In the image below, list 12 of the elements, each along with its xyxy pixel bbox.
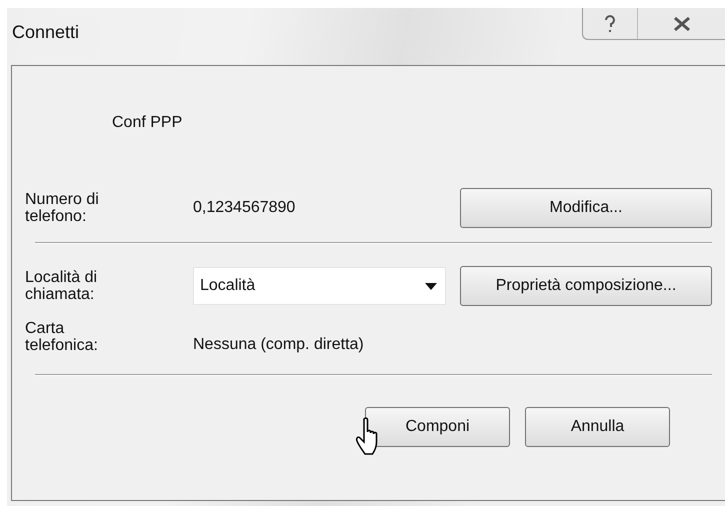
connection-name: Conf PPP <box>112 114 182 132</box>
cancel-button[interactable]: Annulla <box>525 407 670 447</box>
dial-button[interactable]: Componi <box>365 407 510 447</box>
dialing-properties-button[interactable]: Proprietà composizione... <box>460 266 712 306</box>
calling-card-value: Nessuna (comp. diretta) <box>193 336 365 354</box>
location-dropdown[interactable]: Località <box>193 267 446 305</box>
window-title: Connetti <box>12 22 80 43</box>
modify-button[interactable]: Modifica... <box>460 188 712 228</box>
location-label: Località di chiamata: <box>25 269 98 303</box>
phone-label: Numero di telefono: <box>25 191 100 225</box>
phone-number: 0,1234567890 <box>193 199 296 217</box>
calling-card-label: Carta telefonica: <box>25 320 99 354</box>
